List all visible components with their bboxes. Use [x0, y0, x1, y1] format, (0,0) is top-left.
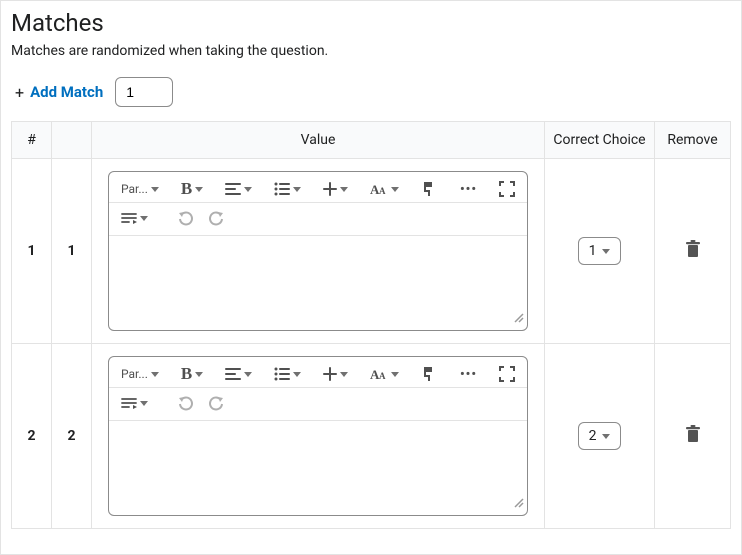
editor-content[interactable]: [109, 421, 527, 515]
header-value: Value: [92, 122, 545, 159]
format-painter-button[interactable]: [417, 363, 441, 385]
indent-button[interactable]: [117, 207, 152, 229]
header-num: #: [12, 122, 52, 159]
editor-toolbar: Par... B: [109, 357, 527, 388]
format-painter-button[interactable]: [417, 178, 441, 200]
undo-button[interactable]: [174, 392, 198, 414]
page-subtitle: Matches are randomized when taking the q…: [11, 43, 731, 59]
table-row: 1 1 Par... B: [12, 159, 731, 344]
insert-button[interactable]: [319, 363, 352, 385]
add-match-button[interactable]: Add Match: [30, 83, 103, 101]
header-remove: Remove: [655, 122, 731, 159]
editor-toolbar-row2: [109, 203, 527, 236]
font-button[interactable]: AA: [366, 363, 403, 385]
indent-button[interactable]: [117, 392, 152, 414]
add-match-count-input[interactable]: [115, 77, 173, 107]
add-match-row: + Add Match: [15, 77, 731, 107]
row-number: 1: [12, 159, 52, 344]
editor-toolbar: Par... B: [109, 172, 527, 203]
header-id: [52, 122, 92, 159]
row-id: 1: [52, 159, 92, 344]
matches-panel: Matches Matches are randomized when taki…: [0, 0, 742, 555]
remove-button[interactable]: [685, 240, 701, 258]
fullscreen-button[interactable]: [495, 178, 519, 200]
fullscreen-button[interactable]: [495, 363, 519, 385]
redo-button[interactable]: [204, 207, 228, 229]
undo-button[interactable]: [174, 207, 198, 229]
editor-content[interactable]: [109, 236, 527, 330]
select-value: 2: [589, 428, 597, 444]
select-value: 1: [589, 243, 597, 259]
bold-button[interactable]: B: [177, 363, 207, 385]
svg-text:A: A: [379, 186, 386, 196]
chevron-down-icon: [602, 434, 610, 439]
list-button[interactable]: [270, 178, 305, 200]
remove-button[interactable]: [685, 425, 701, 443]
resize-handle-icon[interactable]: [512, 311, 524, 327]
table-row: 2 2 Par... B: [12, 344, 731, 529]
rich-text-editor[interactable]: Par... B: [108, 356, 528, 516]
row-number: 2: [12, 344, 52, 529]
row-id: 2: [52, 344, 92, 529]
matches-table: # Value Correct Choice Remove 1 1 Par...…: [11, 121, 731, 529]
editor-toolbar-row2: [109, 388, 527, 421]
align-button[interactable]: [221, 178, 256, 200]
insert-button[interactable]: [319, 178, 352, 200]
font-button[interactable]: AA: [366, 178, 403, 200]
paragraph-style-button[interactable]: Par...: [117, 178, 163, 200]
list-button[interactable]: [270, 363, 305, 385]
redo-button[interactable]: [204, 392, 228, 414]
more-button[interactable]: •••: [456, 178, 481, 200]
rich-text-editor[interactable]: Par... B: [108, 171, 528, 331]
align-button[interactable]: [221, 363, 256, 385]
header-choice: Correct Choice: [545, 122, 655, 159]
resize-handle-icon[interactable]: [512, 496, 524, 512]
more-button[interactable]: •••: [456, 363, 481, 385]
correct-choice-select[interactable]: 1: [578, 237, 622, 265]
paragraph-style-button[interactable]: Par...: [117, 363, 163, 385]
bold-button[interactable]: B: [177, 178, 207, 200]
svg-text:A: A: [379, 371, 386, 381]
correct-choice-select[interactable]: 2: [578, 422, 622, 450]
page-title: Matches: [11, 9, 731, 37]
chevron-down-icon: [602, 249, 610, 254]
plus-icon: +: [15, 83, 24, 102]
